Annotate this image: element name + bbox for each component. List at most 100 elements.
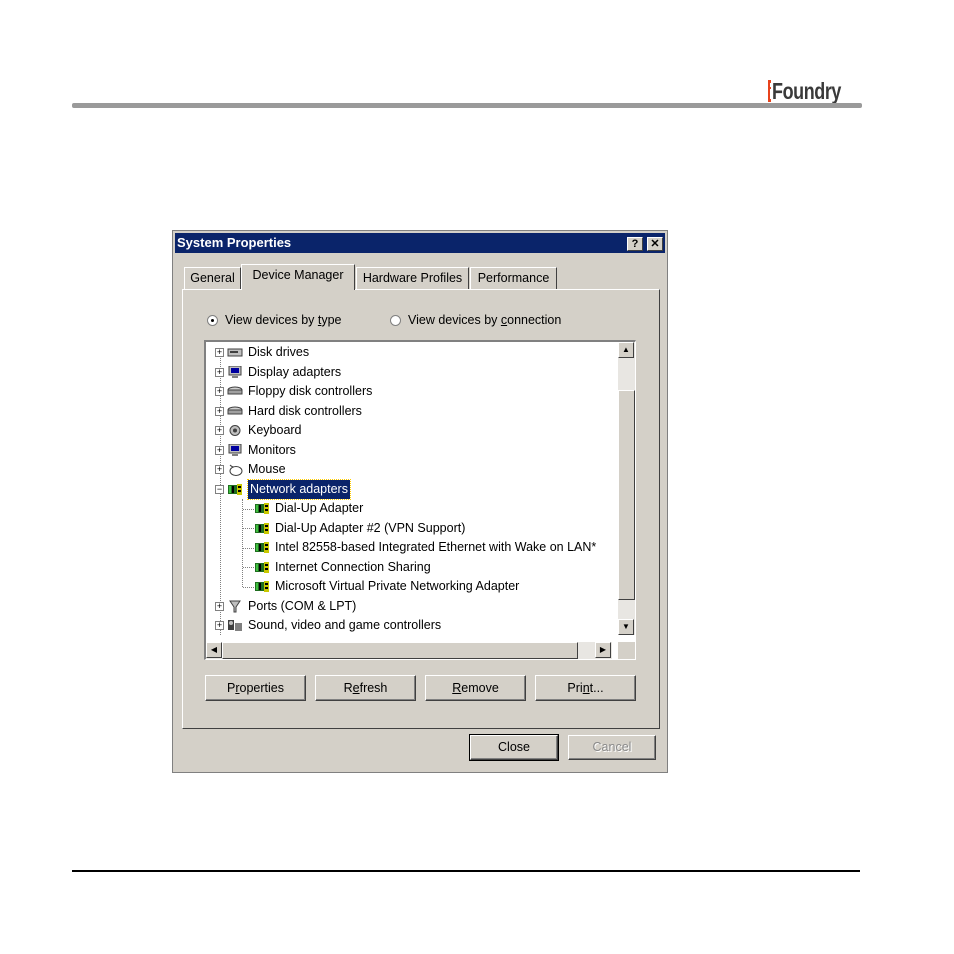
logo-wordmark: Foundry bbox=[771, 78, 841, 104]
close-window-button[interactable]: ✕ bbox=[647, 237, 663, 251]
tree-device-item[interactable]: Microsoft Virtual Private Networking Ada… bbox=[254, 577, 519, 596]
network-card-icon bbox=[254, 561, 270, 574]
device-tree[interactable]: + Disk drives + Display adapters + Floppy dis… bbox=[204, 340, 636, 660]
tree-device-item[interactable]: Intel 82558-based Integrated Ethernet wi… bbox=[254, 538, 596, 557]
controller-icon bbox=[227, 385, 243, 398]
tree-branch-line bbox=[243, 508, 254, 511]
tree-item-label: Floppy disk controllers bbox=[248, 384, 373, 398]
system-properties-dialog: System Properties ? ✕ General Device Man… bbox=[172, 230, 668, 773]
tree-item-label: Intel 82558-based Integrated Ethernet wi… bbox=[275, 540, 597, 554]
tree-item-label: Internet Connection Sharing bbox=[275, 559, 431, 574]
tree-item-label: Ports (COM & LPT) bbox=[248, 598, 357, 613]
tree-category-item[interactable]: + Keyboard bbox=[215, 421, 302, 440]
tree-device-item[interactable]: Dial-Up Adapter #2 (VPN Support) bbox=[254, 519, 465, 538]
scroll-right-button[interactable]: ▶ bbox=[595, 642, 611, 658]
remove-button[interactable]: Remove bbox=[425, 675, 526, 701]
window-title: System Properties bbox=[177, 235, 292, 250]
tree-item-label: Mouse bbox=[248, 462, 286, 476]
tree-category-item[interactable]: + Disk drives bbox=[215, 343, 309, 362]
network-card-icon bbox=[254, 522, 270, 535]
view-by-type-label: View devices by type bbox=[225, 313, 342, 327]
scrollbar-corner bbox=[618, 642, 635, 659]
tree-device-item[interactable]: Dial-Up Adapter bbox=[254, 499, 363, 518]
tree-branch-line bbox=[243, 547, 254, 550]
arrow-up-icon: ▲ bbox=[622, 345, 630, 354]
expand-icon[interactable]: + bbox=[215, 387, 224, 396]
vertical-scroll-thumb[interactable] bbox=[618, 390, 635, 600]
tree-category-item[interactable]: + Floppy disk controllers bbox=[215, 382, 372, 401]
tree-item-label: Keyboard bbox=[248, 423, 302, 437]
arrow-down-icon: ▼ bbox=[622, 622, 630, 631]
tree-category-item[interactable]: + Hard disk controllers bbox=[215, 402, 362, 421]
tab-hardware-profiles[interactable]: Hardware Profiles bbox=[356, 267, 469, 289]
tree-item-label: Dial-Up Adapter bbox=[275, 501, 364, 515]
arrow-left-icon: ◀ bbox=[210, 645, 218, 654]
expand-icon[interactable]: + bbox=[215, 621, 224, 630]
help-icon: ? bbox=[631, 238, 639, 250]
tree-category-item[interactable]: − Network adapters bbox=[215, 478, 351, 500]
tab-general[interactable]: General bbox=[184, 267, 241, 289]
network-card-icon bbox=[254, 502, 270, 515]
refresh-button[interactable]: Refresh bbox=[315, 675, 416, 701]
view-by-type-radio[interactable] bbox=[207, 314, 218, 326]
tree-item-label: Network adapters bbox=[247, 478, 351, 500]
cancel-button[interactable]: Cancel bbox=[568, 735, 656, 760]
vertical-scrollbar[interactable]: ▲ ▼ bbox=[618, 342, 635, 635]
help-button[interactable]: ? bbox=[627, 237, 643, 251]
tab-device-manager[interactable]: Device Manager bbox=[241, 264, 355, 290]
tree-category-item[interactable]: + Ports (COM & LPT) bbox=[215, 597, 356, 616]
port-icon bbox=[227, 600, 243, 613]
title-bar[interactable]: System Properties ? ✕ bbox=[175, 233, 665, 253]
print-button[interactable]: Print... bbox=[535, 675, 636, 701]
arrow-right-icon: ▶ bbox=[599, 645, 607, 654]
tree-branch-line bbox=[243, 586, 254, 589]
horizontal-scroll-thumb[interactable] bbox=[222, 642, 578, 659]
display-icon bbox=[227, 365, 243, 379]
tree-device-item[interactable]: Internet Connection Sharing bbox=[254, 558, 431, 577]
tree-category-item[interactable]: + Sound, video and game controllers bbox=[215, 616, 441, 635]
tree-item-label: Microsoft Virtual Private Networking Ada… bbox=[275, 579, 520, 593]
tree-child-connector-line bbox=[242, 499, 244, 587]
tree-category-item[interactable]: + Mouse bbox=[215, 460, 286, 479]
scroll-up-button[interactable]: ▲ bbox=[618, 342, 634, 358]
expand-icon[interactable]: + bbox=[215, 367, 224, 377]
tab-performance[interactable]: Performance bbox=[470, 267, 557, 289]
close-button[interactable]: Close bbox=[469, 734, 559, 761]
keyboard-icon bbox=[227, 424, 243, 437]
tree-category-item[interactable]: + Monitors bbox=[215, 441, 296, 460]
scroll-down-button[interactable]: ▼ bbox=[618, 619, 634, 635]
view-by-connection-label: View devices by connection bbox=[408, 313, 562, 327]
mouse-icon bbox=[227, 463, 243, 476]
network-card-icon bbox=[227, 483, 243, 496]
close-icon: ✕ bbox=[650, 238, 660, 250]
view-by-type-option[interactable]: View devices by type bbox=[207, 311, 342, 329]
properties-button[interactable]: Properties bbox=[205, 675, 306, 701]
disk-drive-icon bbox=[227, 346, 243, 359]
view-by-connection-option[interactable]: View devices by connection bbox=[390, 311, 561, 329]
tree-item-label: Display adapters bbox=[248, 364, 342, 379]
tree-item-label: Hard disk controllers bbox=[248, 403, 362, 418]
expand-icon[interactable]: + bbox=[215, 348, 224, 357]
scroll-left-button[interactable]: ◀ bbox=[206, 642, 222, 658]
view-by-connection-radio[interactable] bbox=[390, 314, 401, 326]
expand-icon[interactable]: + bbox=[215, 426, 224, 435]
collapse-icon[interactable]: − bbox=[215, 484, 224, 494]
header-rule bbox=[72, 103, 862, 108]
footer-rule bbox=[72, 870, 860, 872]
tree-branch-line bbox=[243, 567, 254, 569]
tree-item-label: Dial-Up Adapter #2 (VPN Support) bbox=[275, 520, 466, 535]
tree-item-label: Sound, video and game controllers bbox=[248, 618, 442, 632]
expand-icon[interactable]: + bbox=[215, 465, 224, 474]
controller-icon bbox=[227, 405, 243, 418]
tree-category-item[interactable]: + Display adapters bbox=[215, 363, 341, 382]
device-tree-items: + Disk drives + Display adapters + Floppy dis… bbox=[206, 342, 612, 635]
expand-icon[interactable]: + bbox=[215, 445, 224, 455]
sound-icon bbox=[227, 619, 243, 632]
tree-branch-line bbox=[243, 528, 254, 530]
expand-icon[interactable]: + bbox=[215, 406, 224, 416]
horizontal-scrollbar[interactable]: ◀ ▶ bbox=[206, 642, 612, 659]
monitor-icon bbox=[227, 443, 243, 457]
expand-icon[interactable]: + bbox=[215, 601, 224, 611]
logo-i-mark bbox=[768, 80, 773, 102]
ifoundry-logo: Foundry bbox=[768, 72, 860, 104]
